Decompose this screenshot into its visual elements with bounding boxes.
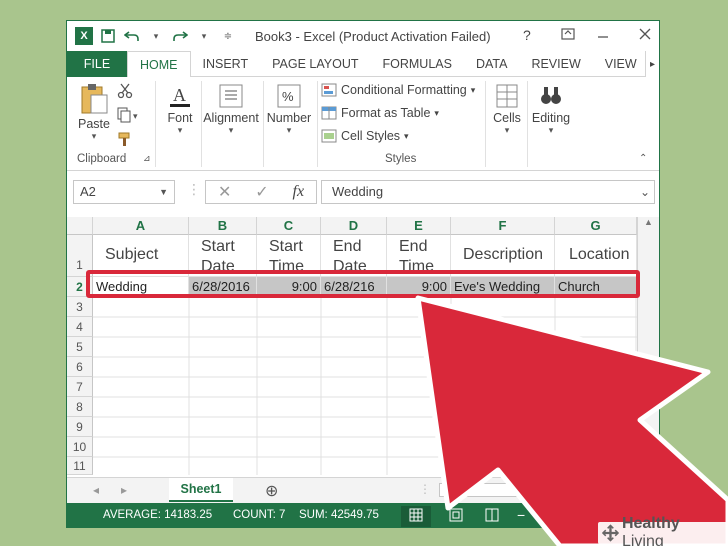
pointer-arrow [415, 295, 728, 546]
watermark-brand-regular: Living [621, 533, 664, 546]
plus-arrows-icon [602, 524, 619, 542]
watermark-brand-bold: Healthy [621, 515, 680, 532]
healthy-living-watermark: Healthy Living [598, 515, 728, 546]
